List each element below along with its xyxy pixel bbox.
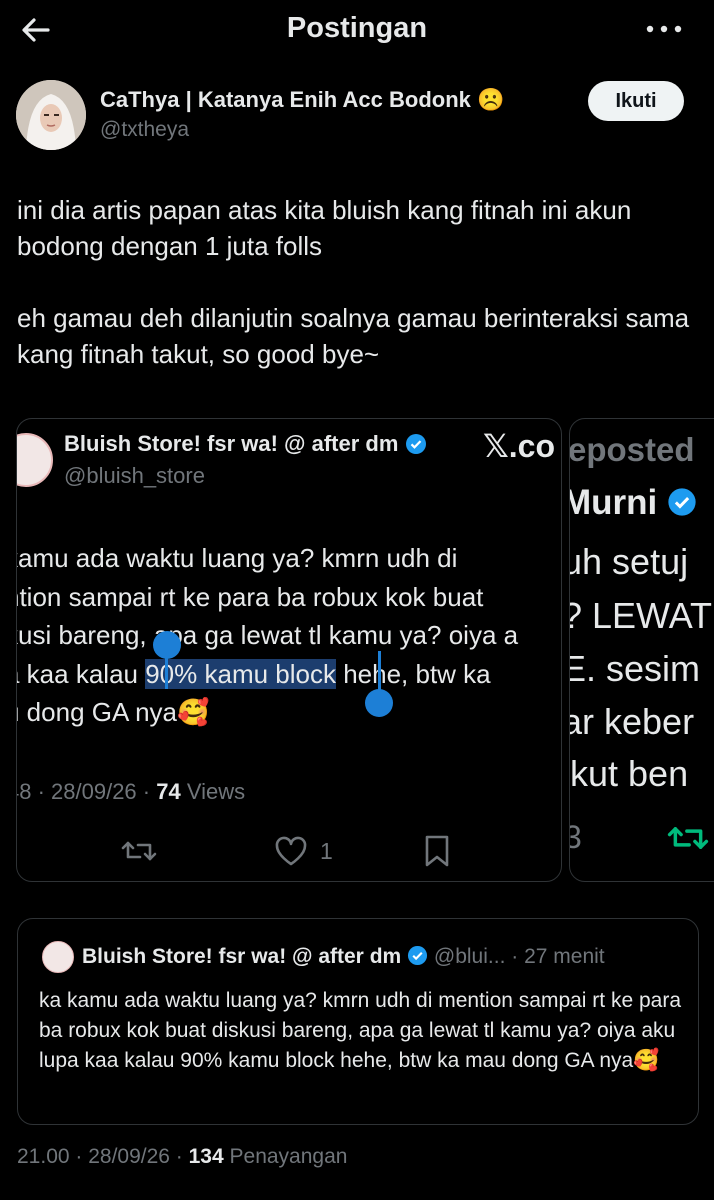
card2-line-3: E. sesim (569, 648, 701, 689)
author-handle[interactable]: @txtheya (100, 118, 189, 142)
card1-line-1: kamu ada waktu luang ya? kmrn udh di (16, 543, 458, 573)
more-options-icon[interactable] (644, 14, 684, 44)
card2-line-4: ar keber (569, 701, 695, 742)
selection-end-cursor (378, 651, 381, 691)
card1-line-2: ntion sampai rt ke para ba robux kok bua… (16, 581, 484, 612)
post-paragraph-1: ini dia artis papan atas kita bluish kan… (17, 195, 632, 261)
bookmark-icon[interactable] (417, 831, 457, 871)
quoted-post[interactable]: Bluish Store! fsr wa! @ after dm @blui..… (17, 918, 699, 1125)
quoted-post-time: · 27 menit (511, 945, 605, 968)
quoted-post-text: ka kamu ada waktu luang ya? kmrn udh di … (39, 989, 682, 1072)
embedded-image-card-2[interactable]: eposted Murni uh setuj ? LEWAT E. sesim … (569, 418, 714, 882)
verified-badge-icon (405, 433, 427, 461)
post-body: ini dia artis papan atas kita bluish kan… (17, 192, 707, 372)
card1-meta: 48 · 28/09/26 · 74 Views (16, 779, 246, 804)
card1-author-name: Bluish Store! fsr wa! @ after dm (64, 431, 427, 461)
card1-line-3: kusi bareng, apa ga lewat tl kamu ya? oi… (16, 620, 519, 650)
card1-line-4: a kaa kalau 90% kamu block hehe, btw ka (16, 658, 491, 689)
card2-repost-icon (662, 815, 714, 866)
x-logo-watermark: 𝕏.co (483, 428, 556, 464)
selection-end-handle[interactable] (365, 689, 393, 717)
card2-line-5: ikut ben (569, 753, 689, 794)
quoted-author-avatar (42, 941, 74, 973)
card1-avatar (17, 433, 53, 487)
card2-line-1: uh setuj (569, 541, 689, 582)
post-timestamp: 21.00 · 28/09/26 · (17, 1145, 189, 1168)
card2-author-name: Murni (570, 483, 697, 526)
selected-text[interactable]: 90% kamu block (145, 658, 336, 689)
quoted-author-handle: @blui... (433, 945, 506, 968)
card2-stray-digit: 3 (570, 819, 582, 856)
verified-badge-icon (407, 945, 428, 972)
card1-text: kamu ada waktu luang ya? kmrn udh di nti… (16, 539, 561, 732)
selection-start-cursor (165, 647, 168, 689)
card2-reposted-label: eposted (569, 431, 695, 468)
repost-icon[interactable] (119, 831, 159, 871)
card1-line-5: u dong GA nya🥰 (16, 697, 210, 727)
post-meta: 21.00 · 28/09/26 · 134 Penayangan (17, 1145, 348, 1168)
card2-line-2: ? LEWAT (569, 595, 713, 636)
verified-badge-icon (667, 486, 697, 526)
frown-emoji: ☹️ (477, 87, 505, 112)
like-count: 1 (320, 838, 333, 864)
page-title: Postingan (286, 12, 428, 44)
author-avatar[interactable] (16, 80, 86, 150)
embedded-image-card-1[interactable]: Bluish Store! fsr wa! @ after dm @bluish… (16, 418, 562, 882)
author-name[interactable]: CaThya | Katanya Enih Acc Bodonk ☹️ (100, 87, 504, 113)
quoted-author-name: Bluish Store! fsr wa! @ after dm (82, 945, 402, 968)
follow-button[interactable]: Ikuti (588, 81, 684, 121)
card1-handle: @bluish_store (64, 463, 205, 488)
quoted-post-header: Bluish Store! fsr wa! @ after dm @blui..… (82, 945, 605, 972)
post-paragraph-2: eh gamau deh dilanjutin soalnya gamau be… (17, 303, 690, 369)
like-icon[interactable] (271, 831, 311, 871)
view-count: 134 (188, 1145, 224, 1168)
